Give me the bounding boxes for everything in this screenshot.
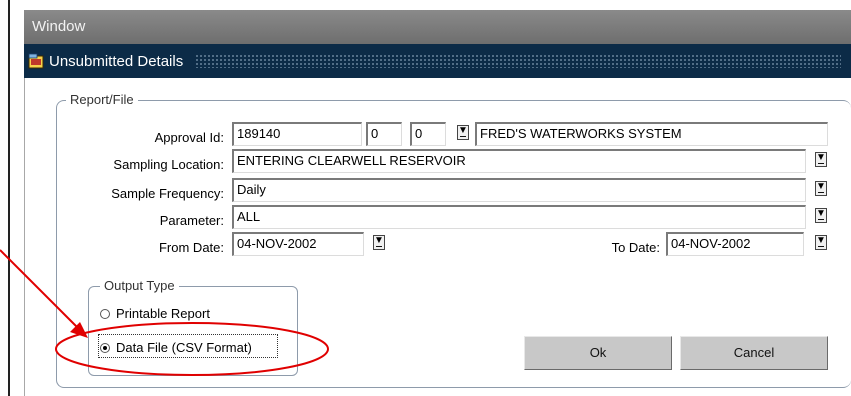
approval-id-label: Approval Id: <box>154 130 224 145</box>
from-date-field[interactable]: 04-NOV-2002 <box>232 232 364 256</box>
window-menu-bar[interactable]: Window <box>24 10 851 44</box>
dialog-title-bar: Unsubmitted Details <box>24 44 851 78</box>
printable-report-option[interactable]: Printable Report <box>100 306 210 321</box>
window-menu-label[interactable]: Window <box>32 18 85 35</box>
output-type-label: Output Type <box>100 278 179 293</box>
approval-dropdown-icon[interactable]: ▼ <box>457 125 469 140</box>
report-file-group-label: Report/File <box>66 92 138 107</box>
parameter-label: Parameter: <box>159 213 224 228</box>
sample-frequency-field[interactable]: Daily <box>232 178 806 202</box>
data-file-csv-label: Data File (CSV Format) <box>116 340 252 355</box>
ok-button[interactable]: Ok <box>524 336 672 370</box>
parameter-field[interactable]: ALL <box>232 205 806 229</box>
sample-frequency-label: Sample Frequency: <box>111 186 224 201</box>
output-type-group <box>88 286 298 376</box>
from-date-picker-icon[interactable]: ▼ <box>373 235 385 250</box>
sample-frequency-dropdown-icon[interactable]: ▼ <box>815 181 827 196</box>
sampling-location-field[interactable]: ENTERING CLEARWELL RESERVOIR <box>232 149 806 173</box>
left-border-line <box>8 0 10 396</box>
approval-sub1-field[interactable]: 0 <box>366 122 402 146</box>
data-file-csv-option[interactable]: Data File (CSV Format) <box>100 340 252 355</box>
parameter-dropdown-icon[interactable]: ▼ <box>815 208 827 223</box>
sampling-location-dropdown-icon[interactable]: ▼ <box>815 152 827 167</box>
system-name-field[interactable]: FRED'S WATERWORKS SYSTEM <box>475 122 828 146</box>
approval-sub2-field[interactable]: 0 <box>410 122 446 146</box>
app-window-icon <box>28 53 44 69</box>
to-date-field[interactable]: 04-NOV-2002 <box>666 232 804 256</box>
from-date-label: From Date: <box>158 240 224 255</box>
data-file-csv-radio[interactable] <box>100 342 110 353</box>
to-date-label: To Date: <box>611 240 660 255</box>
cancel-button[interactable]: Cancel <box>680 336 828 370</box>
sampling-location-label: Sampling Location: <box>113 157 224 172</box>
approval-id-field[interactable]: 189140 <box>232 122 362 146</box>
printable-report-label: Printable Report <box>116 306 210 321</box>
printable-report-radio[interactable] <box>100 308 110 319</box>
dialog-title: Unsubmitted Details <box>49 52 184 70</box>
to-date-picker-icon[interactable]: ▼ <box>815 235 827 250</box>
title-bar-pattern <box>195 54 841 68</box>
